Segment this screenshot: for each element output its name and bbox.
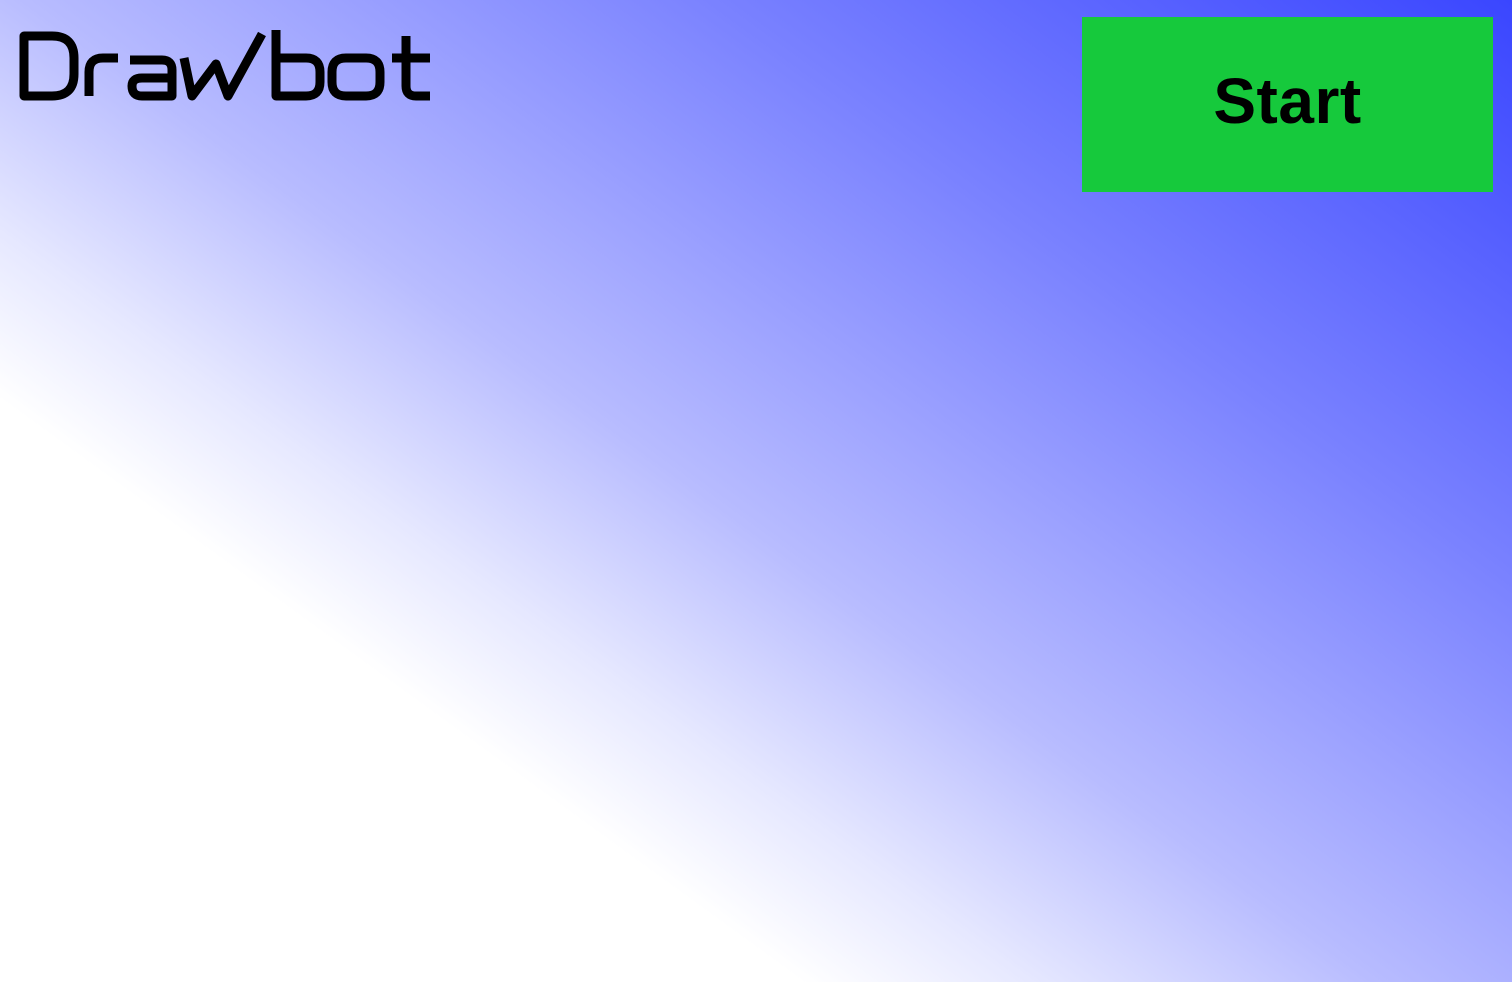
logo-wordmark-graphic [19, 30, 430, 101]
drawbot-logo [18, 28, 480, 104]
page-background: Start [0, 0, 1512, 982]
start-button-label: Start [1213, 64, 1362, 137]
start-button[interactable]: Start [1082, 17, 1493, 192]
